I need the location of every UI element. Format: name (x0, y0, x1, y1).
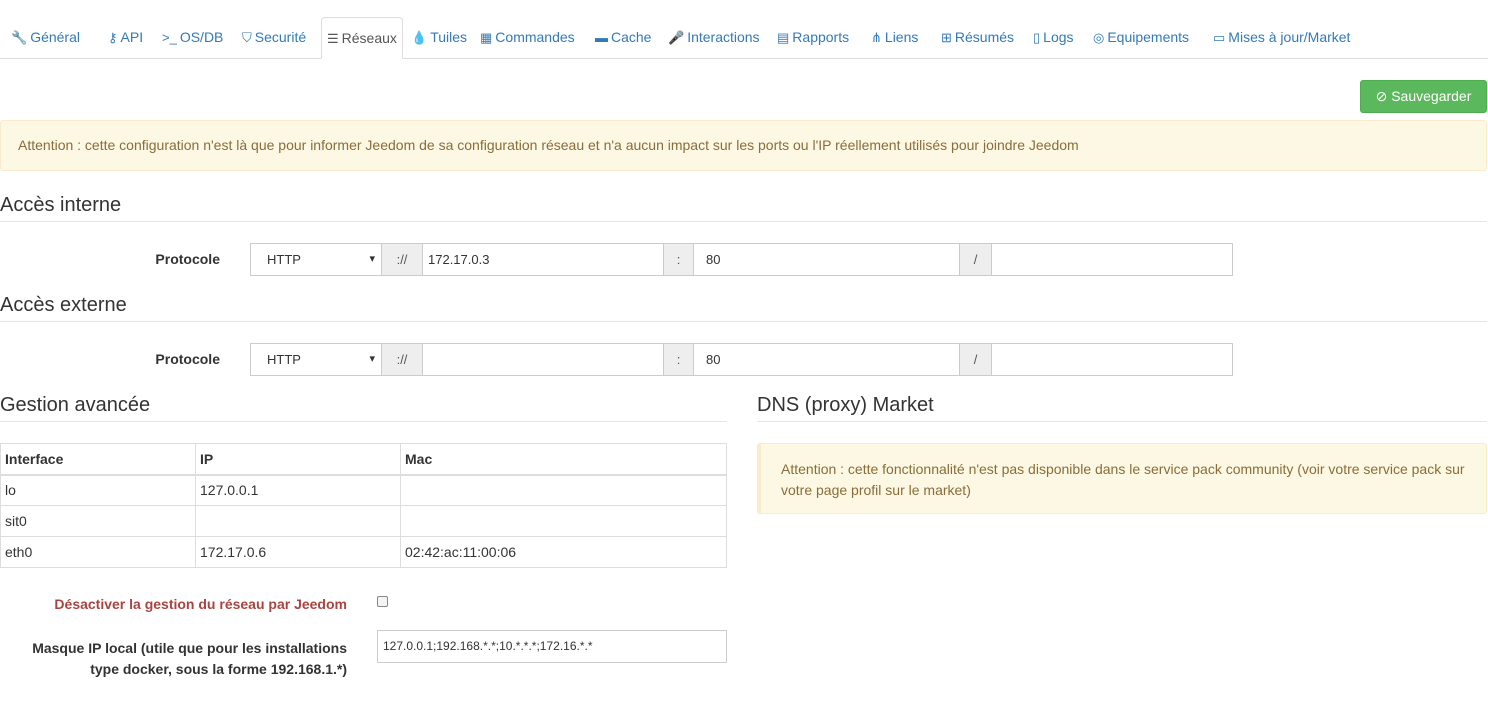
tab-label: Résumés (954, 29, 1015, 45)
dns-heading: DNS (proxy) Market (757, 394, 1487, 422)
protocol-label: Protocole (155, 351, 220, 367)
check-circle-icon: ⊘ (1375, 88, 1392, 104)
disable-network-label: Désactiver la gestion du réseau par Jeed… (54, 596, 347, 612)
column-header: IP (195, 443, 401, 476)
disable-network-checkbox[interactable] (377, 596, 388, 607)
tab-commandes[interactable]: ▦ Commandes (480, 17, 575, 59)
tab-label: Général (30, 29, 80, 45)
external-access-heading: Accès externe (0, 294, 1487, 322)
ip-mask-label: Masque IP local (utile que pour les inst… (32, 640, 347, 677)
tab-interactions[interactable]: 🎤 Interactions (668, 17, 760, 59)
list-alt-icon: ▤ (777, 30, 790, 45)
tab-logs[interactable]: ▯ Logs (1033, 17, 1074, 59)
tab-label: OS/DB (179, 29, 224, 45)
wrench-icon: 🔧 (11, 30, 28, 45)
tab-résumés[interactable]: ⊞ Résumés (941, 17, 1014, 59)
tab-equipements[interactable]: ◎ Equipements (1093, 17, 1189, 59)
tab-label: Réseaux (341, 30, 397, 46)
tab-rapports[interactable]: ▤ Rapports (777, 17, 849, 59)
microphone-icon: 🎤 (668, 30, 685, 45)
column-header: Mac (400, 443, 727, 476)
port-input[interactable]: 80 (693, 243, 960, 276)
ip-input[interactable]: 172.17.0.3 (422, 243, 664, 276)
settings-tabs: 🔧 Général ⚷ API >_ OS/DB ⛉ Securité ☰ Réseaux 💧 Tui… (0, 17, 1488, 59)
ip-mask-input[interactable]: 127.0.0.1;192.168.*.*;10.*.*.*;172.16.*.… (377, 630, 727, 663)
ip-input[interactable] (422, 343, 664, 376)
tab-cache[interactable]: ▬ Cache (595, 17, 651, 59)
tab-os-db[interactable]: >_ OS/DB (162, 17, 223, 59)
port-input[interactable]: 80 (693, 343, 960, 376)
tab-label: Liens (884, 29, 919, 45)
table-icon: ▦ (480, 30, 493, 45)
tab-mises-jour-market[interactable]: ▭ Mises à jour/Market (1213, 17, 1350, 59)
tab-api[interactable]: ⚷ API (108, 17, 143, 59)
column-header: Interface (0, 443, 196, 476)
tab-label: Cache (611, 29, 652, 45)
table-row: lo 127.0.0.1 (0, 474, 727, 506)
path-input[interactable] (991, 343, 1233, 376)
internal-access-heading: Accès interne (0, 194, 1487, 222)
save-button[interactable]: ⊘ Sauvegarder (1360, 80, 1487, 113)
shield-icon: ⛉ (242, 30, 252, 45)
tab-label: Interactions (687, 29, 760, 45)
port-separator: : (663, 243, 694, 276)
table-cell: 172.17.0.6 (195, 536, 401, 568)
key-icon: ⚷ (108, 30, 118, 45)
tab-label: Commandes (495, 29, 575, 45)
tab-liens[interactable]: ⋔ Liens (871, 17, 918, 59)
tab-securité[interactable]: ⛉ Securité (242, 17, 306, 59)
path-separator: / (959, 343, 992, 376)
credit-card-icon: ▭ (1213, 30, 1226, 45)
table-cell (195, 505, 401, 537)
tab-label: Mises à jour/Market (1228, 29, 1351, 45)
table-cell: lo (0, 474, 196, 506)
scheme-separator: :// (381, 343, 423, 376)
tab-label: Securité (254, 29, 307, 45)
life-ring-icon: ◎ (1093, 30, 1105, 45)
tab-label: Rapports (792, 29, 850, 45)
tab-label: Tuiles (430, 29, 468, 45)
table-cell (400, 474, 727, 506)
tab-label: Equipements (1107, 29, 1190, 45)
protocol-select[interactable]: HTTP (250, 243, 382, 276)
table-row: eth0 172.17.0.6 02:42:ac:11:00:06 (0, 536, 727, 568)
rss-icon: ☰ (327, 31, 339, 46)
tab-général[interactable]: 🔧 Général (11, 17, 80, 59)
protocol-label: Protocole (155, 251, 220, 267)
path-input[interactable] (991, 243, 1233, 276)
table-cell (400, 505, 727, 537)
path-separator: / (959, 243, 992, 276)
file-icon: ▯ (1033, 30, 1041, 45)
scheme-separator: :// (381, 243, 423, 276)
port-separator: : (663, 343, 694, 376)
tab-tuiles[interactable]: 💧 Tuiles (411, 17, 467, 59)
sitemap-icon: ⋔ (871, 30, 882, 45)
tab-label: API (120, 29, 144, 45)
tint-icon: 💧 (411, 30, 428, 45)
table-row: sit0 (0, 505, 727, 537)
network-warning-alert: Attention : cette configuration n'est là… (0, 120, 1487, 171)
dns-warning-alert: Attention : cette fonctionnalité n'est p… (757, 443, 1487, 514)
tab-réseaux[interactable]: ☰ Réseaux (321, 17, 403, 59)
terminal-icon: >_ (162, 30, 177, 45)
table-cell: eth0 (0, 536, 196, 568)
grid-icon: ⊞ (941, 30, 952, 45)
advanced-heading: Gestion avancée (0, 394, 727, 422)
table-cell: 02:42:ac:11:00:06 (400, 536, 727, 568)
tab-label: Logs (1043, 29, 1074, 45)
table-cell: 127.0.0.1 (195, 474, 401, 506)
hdd-icon: ▬ (595, 30, 608, 45)
protocol-select[interactable]: HTTP (250, 343, 382, 376)
interfaces-table: Interface IP Mac lo 127.0.0.1 sit0 eth0 172.… (0, 443, 727, 568)
table-cell: sit0 (0, 505, 196, 537)
